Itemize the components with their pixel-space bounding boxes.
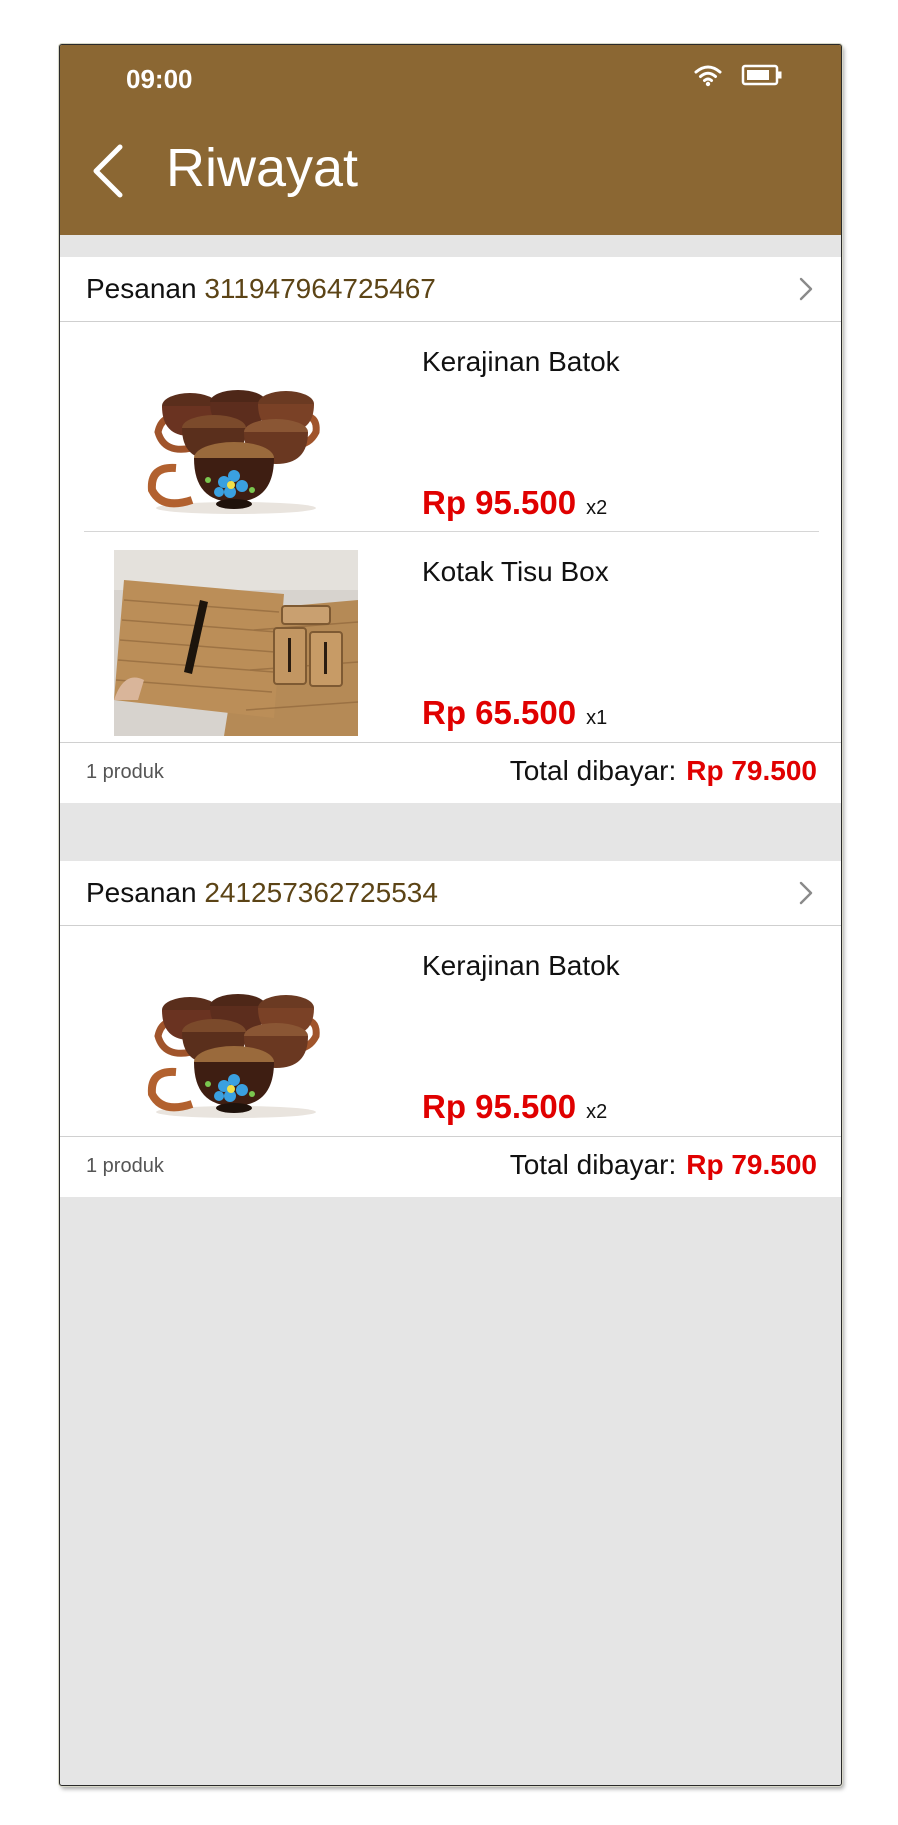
coconut-shell-cups-image: [147, 994, 320, 1118]
product-price-row: Rp 95.500 x2: [422, 1088, 607, 1126]
order-total: Total dibayar: Rp 79.500: [510, 755, 817, 787]
total-label: Total dibayar:: [509, 1149, 677, 1180]
order-header[interactable]: Pesanan 241257362725534: [60, 861, 841, 926]
order-total: Total dibayar: Rp 79.500: [510, 1149, 817, 1181]
product-count: 1 produk: [86, 761, 164, 783]
order-item[interactable]: Kotak Tisu Box Rp 65.500 x1: [60, 532, 841, 742]
status-time: 09:00: [126, 64, 193, 94]
product-price-row: Rp 95.500 x2: [422, 484, 607, 522]
woven-tissue-box-image: [114, 550, 358, 736]
order-card: Pesanan 311947964725467 Kerajinan Batok …: [60, 257, 841, 803]
product-qty: x1: [586, 707, 608, 729]
page-title: Riwayat: [166, 138, 359, 198]
total-label: Total dibayar:: [509, 755, 677, 786]
order-id: 241257362725534: [204, 877, 438, 908]
product-name: Kerajinan Batok: [422, 346, 620, 377]
order-footer: 1 produk Total dibayar: Rp 79.500: [60, 1136, 841, 1197]
phone-frame: 09:00 Riwayat Pesanan 311947964725467 Ke…: [59, 44, 842, 1786]
product-qty: x2: [586, 1101, 608, 1123]
product-name: Kerajinan Batok: [422, 950, 620, 981]
order-id: 311947964725467: [204, 273, 436, 304]
order-card: Pesanan 241257362725534 Kerajinan Batok …: [60, 861, 841, 1197]
product-price-row: Rp 65.500 x1: [422, 694, 607, 732]
coconut-shell-cups-image: [147, 390, 320, 514]
total-value: Rp 79.500: [686, 755, 817, 786]
battery-icon: [741, 64, 782, 86]
product-qty: x2: [586, 497, 608, 519]
product-count: 1 produk: [86, 1155, 164, 1177]
product-name: Kotak Tisu Box: [422, 556, 609, 587]
product-price: Rp 95.500: [422, 484, 577, 521]
total-value: Rp 79.500: [686, 1149, 817, 1180]
order-footer: 1 produk Total dibayar: Rp 79.500: [60, 742, 841, 803]
order-label: Pesanan: [86, 273, 197, 304]
order-label: Pesanan: [86, 877, 197, 908]
chevron-left-icon: [93, 144, 123, 198]
chevron-right-icon: [799, 277, 813, 301]
order-item[interactable]: Kerajinan Batok Rp 95.500 x2: [60, 926, 841, 1136]
product-price: Rp 65.500: [422, 694, 577, 731]
back-button[interactable]: [86, 139, 130, 203]
order-header[interactable]: Pesanan 311947964725467: [60, 257, 841, 322]
order-item[interactable]: Kerajinan Batok Rp 95.500 x2: [60, 322, 841, 532]
status-icons: [693, 63, 783, 87]
chevron-right-icon: [799, 881, 813, 905]
app-bar: 09:00 Riwayat: [60, 45, 841, 235]
order-label-wrap: Pesanan 311947964725467: [86, 273, 436, 305]
product-price: Rp 95.500: [422, 1088, 577, 1125]
order-label-wrap: Pesanan 241257362725534: [86, 877, 438, 909]
wifi-icon: [694, 65, 722, 87]
